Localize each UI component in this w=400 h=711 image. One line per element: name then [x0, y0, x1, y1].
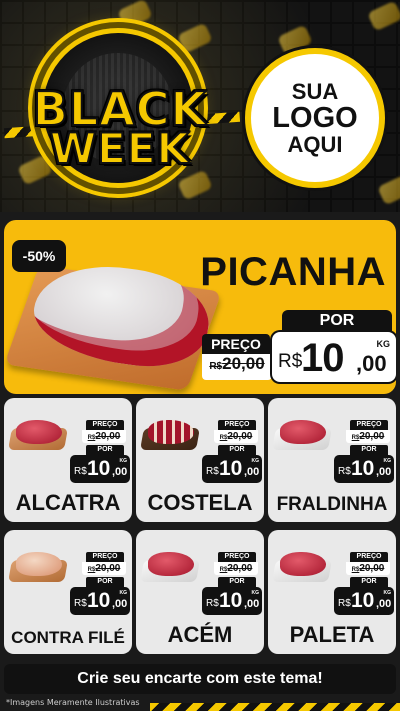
product-card[interactable]: PREÇO R$20,00 POR R$ 10 ,00 KG CONTRA FI… [4, 530, 132, 654]
price-decimal: ,00 [356, 351, 387, 376]
product-name: ACÉM [167, 622, 233, 647]
old-price-label: PREÇO [350, 552, 388, 562]
old-price-value: 20,00 [227, 431, 253, 442]
new-price-label: POR [350, 577, 388, 587]
discount-badge: -50% [12, 240, 66, 272]
product-name: CONTRA FILÉ [11, 628, 125, 647]
price-unit: KG [119, 458, 128, 464]
old-price: R$20,00 [214, 430, 258, 443]
price-decimal: ,00 [112, 598, 128, 610]
price-decimal: ,00 [376, 466, 392, 478]
old-price-value: 20,00 [359, 431, 385, 442]
price-unit: KG [383, 458, 392, 464]
price-decimal: ,00 [376, 598, 392, 610]
new-price: R$ 10 ,00 KG [272, 332, 396, 382]
price-currency: R$ [206, 466, 219, 477]
price-box: POR PREÇO R$ 20,00 R$ 10 ,00 KG [202, 310, 396, 384]
old-price: R$20,00 [214, 562, 258, 575]
price-unit: KG [383, 590, 392, 596]
meat-image [280, 552, 326, 576]
meat-image [16, 420, 62, 444]
logo-placeholder[interactable]: SUA LOGO AQUI [245, 48, 385, 188]
product-name: COSTELA [147, 490, 253, 515]
new-price: R$ 10 ,00 KG [202, 455, 262, 483]
old-price-value: 20,00 [227, 563, 253, 574]
price-currency: R$ [338, 466, 351, 477]
price-integer: 10 [87, 589, 111, 612]
price-unit: KG [251, 590, 260, 596]
price-currency: R$ [74, 466, 87, 477]
price-integer: 10 [351, 457, 375, 480]
new-price: R$ 10 ,00 KG [202, 587, 262, 615]
old-price-label: PREÇO [350, 420, 388, 430]
product-card[interactable]: PREÇO R$20,00 POR R$ 10 ,00 KG COSTELA [136, 398, 264, 522]
price-integer: 10 [351, 589, 375, 612]
old-price-value: 20,00 [222, 354, 265, 373]
header-banner: BLACK WEEK SUA LOGO AQUI [0, 0, 400, 212]
cta-banner[interactable]: Crie seu encarte com este tema! [4, 664, 396, 694]
old-price: R$20,00 [346, 562, 390, 575]
new-price-label: POR [86, 577, 124, 587]
old-price-label: PREÇO [202, 334, 270, 354]
new-price-label: POR [218, 577, 256, 587]
product-name: ALCATRA [15, 490, 121, 515]
old-price-label: PREÇO [86, 420, 124, 430]
new-price: R$ 10 ,00 KG [70, 455, 130, 483]
price-integer: 10 [219, 457, 243, 480]
price-decimal: ,00 [244, 598, 260, 610]
product-name: PICANHA [200, 250, 386, 294]
campaign-title-line2: WEEK [49, 123, 191, 174]
price-integer: 10 [301, 336, 344, 380]
old-price-currency: R$ [209, 361, 223, 372]
price-decimal: ,00 [112, 466, 128, 478]
product-name: PALETA [289, 622, 375, 647]
product-card[interactable]: PREÇO R$20,00 POR R$ 10 ,00 KG ACÉM [136, 530, 264, 654]
price-decimal: ,00 [244, 466, 260, 478]
old-price-label: PREÇO [218, 420, 256, 430]
product-card[interactable]: PREÇO R$20,00 POR R$ 10 ,00 KG PALETA [268, 530, 396, 654]
meat-image [148, 552, 194, 576]
price-currency: R$ [278, 351, 303, 372]
new-price-label: POR [282, 310, 392, 332]
product-card[interactable]: PREÇO R$20,00 POR R$ 10 ,00 KG FRALDINHA [268, 398, 396, 522]
price-currency: R$ [206, 598, 219, 609]
new-price: R$ 10 ,00 KG [70, 587, 130, 615]
old-price-value: 20,00 [359, 563, 385, 574]
new-price-label: POR [86, 445, 124, 455]
disclaimer-text: *Imagens Meramente Ilustrativas [6, 698, 140, 707]
old-price: R$ 20,00 [202, 354, 272, 380]
price-currency: R$ [338, 598, 351, 609]
old-price-value: 20,00 [95, 563, 121, 574]
new-price-label: POR [218, 445, 256, 455]
price-integer: 10 [87, 457, 111, 480]
new-price: R$ 10 ,00 KG [334, 587, 394, 615]
product-card[interactable]: PREÇO R$20,00 POR R$ 10 ,00 KG ALCATRA [4, 398, 132, 522]
logo-text-line2: LOGO [272, 101, 358, 134]
price-unit: KG [119, 590, 128, 596]
price-unit: KG [376, 339, 391, 349]
old-price: R$20,00 [82, 562, 126, 575]
meat-image [280, 420, 326, 444]
logo-text-line3: AQUI [287, 132, 343, 158]
price-unit: KG [251, 458, 260, 464]
logo-text-line1: SUA [291, 78, 339, 104]
meat-image [16, 552, 62, 576]
featured-product-card[interactable]: -50% PICANHA POR PREÇO R$ 20,00 R$ 10 ,0… [4, 220, 396, 394]
price-integer: 10 [219, 589, 243, 612]
old-price-label: PREÇO [218, 552, 256, 562]
old-price-value: 20,00 [95, 431, 121, 442]
old-price-label: PREÇO [86, 552, 124, 562]
old-price: R$20,00 [346, 430, 390, 443]
hazard-stripe [150, 703, 400, 711]
old-price: R$20,00 [82, 430, 126, 443]
price-currency: R$ [74, 598, 87, 609]
new-price-label: POR [350, 445, 388, 455]
meat-image [148, 420, 194, 444]
product-name: FRALDINHA [276, 494, 388, 515]
new-price: R$ 10 ,00 KG [334, 455, 394, 483]
